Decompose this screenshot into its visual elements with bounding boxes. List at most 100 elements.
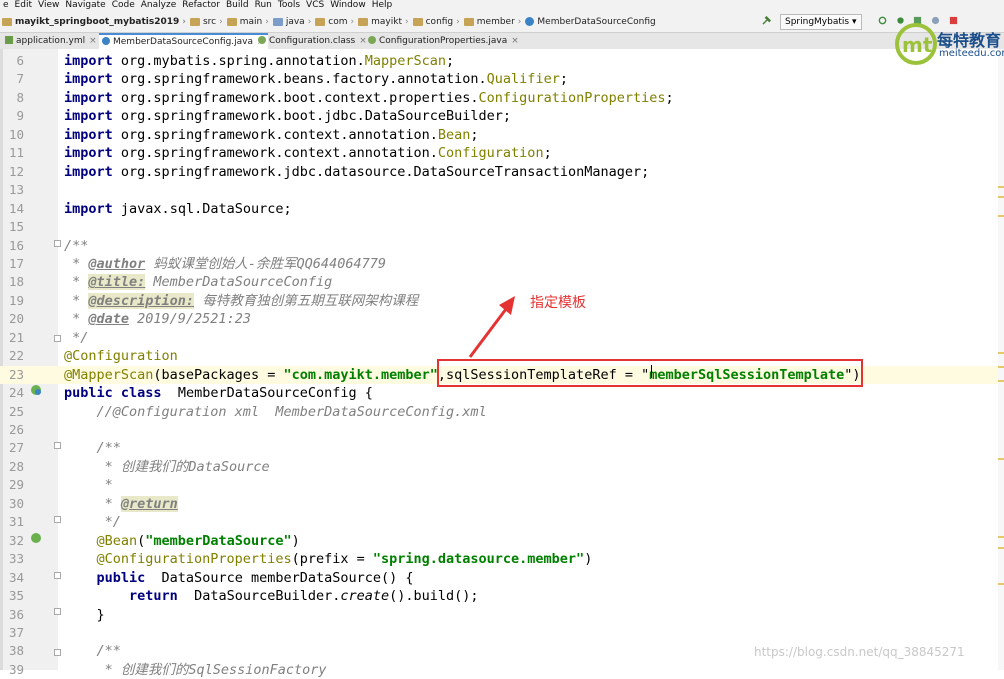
code-token: * [64,255,89,272]
stripe-mark[interactable] [998,536,1004,538]
menu-item-view[interactable]: View [38,0,59,10]
folder-icon [463,17,474,26]
line-number: 28 [8,458,24,474]
breadcrumb-label: com [328,16,348,27]
fold-marker-icon[interactable] [54,608,61,615]
breadcrumb-item[interactable]: MemberDataSourceConfig [525,17,656,27]
code-token: import [64,71,113,88]
fold-marker-icon[interactable] [54,442,61,449]
stripe-mark[interactable] [998,352,1004,354]
menu-item-build[interactable]: Build [226,0,249,10]
code-token: org.springframework.jdbc.datasource.Data… [120,163,650,180]
spring-bean-icon[interactable] [30,384,42,396]
code-token: public class [64,385,162,402]
rerun-icon[interactable] [878,16,887,25]
menu-item-vcs[interactable]: VCS [306,0,324,10]
menu-item-refactor[interactable]: Refactor [182,0,220,10]
menu-item-help[interactable]: Help [372,0,393,10]
breadcrumb-item[interactable]: src › [189,17,223,27]
tab-configuration-properties-java[interactable]: ConfigurationProperties.java × [365,34,522,48]
code-token: @author [88,255,146,272]
code-text: * @return [64,495,178,513]
code-token: import [64,53,113,69]
code-line: 37 [0,624,1000,642]
code-token: import [64,108,113,125]
code-line: 36 } [0,606,1000,624]
error-stripe-scrollbar[interactable] [998,49,1004,670]
stripe-mark[interactable] [998,366,1004,368]
code-line: 9 import org.springframework.boot.jdbc.Da… [0,107,1000,125]
build-hammer-icon[interactable] [762,16,771,25]
code-token: org.mybatis.spring.annotation. [120,53,365,69]
fold-marker-icon[interactable] [54,572,61,579]
code-text: import org.mybatis.spring.annotation.Map… [64,52,454,70]
code-line: 13 [0,181,1000,199]
breadcrumb-item[interactable]: mayikt_springboot_mybatis2019 › [2,17,186,27]
code-token: org.springframework.context.annotation. [120,126,438,143]
code-token: ; [446,53,455,69]
close-icon[interactable]: × [511,36,519,46]
chevron-right-icon: › [265,16,269,27]
menu-item-code[interactable]: Code [112,0,135,10]
line-number: 13 [8,182,24,198]
code-token: Bean [437,126,471,143]
tab-configuration-class[interactable]: Configuration.class × [255,34,370,48]
breadcrumb-item[interactable]: com › [315,17,354,27]
fold-marker-icon[interactable] [54,240,61,247]
stripe-mark[interactable] [998,547,1004,549]
menu-item-run[interactable]: Run [255,0,272,10]
code-text: /** [64,642,121,660]
line-number: 18 [8,274,24,290]
menu-item-navigate[interactable]: Navigate [65,0,105,10]
code-token: DataSourceBuilder. [185,588,341,605]
code-token: @description: [88,292,195,309]
folder-icon [226,17,237,26]
code-token: import [64,126,113,143]
tab-application-yml[interactable]: application.yml × [2,34,100,48]
code-text: return DataSourceBuilder.create().build(… [64,587,479,605]
breadcrumb-item[interactable]: member › [463,17,521,27]
breadcrumb-item[interactable]: config › [412,17,460,27]
code-text: import org.springframework.beans.factory… [64,70,568,88]
stripe-mark[interactable] [998,380,1004,382]
spring-bean-icon[interactable] [30,532,42,544]
fold-marker-icon[interactable] [54,335,61,342]
code-text: public DataSource memberDataSource() { [64,569,414,587]
stripe-mark[interactable] [998,215,1004,217]
fold-marker-icon[interactable] [54,516,61,523]
code-token: javax.sql.DataSource; [120,200,292,217]
fold-marker-icon[interactable] [54,649,61,656]
close-icon[interactable]: × [89,36,97,46]
line-number: 12 [8,163,24,179]
code-line: 29 * [0,476,1000,494]
menu-item-analyze[interactable]: Analyze [141,0,176,10]
breadcrumb-item[interactable]: mayikt › [358,17,409,27]
code-token: (basePackages = [153,366,284,383]
code-token: ) [584,551,593,568]
breadcrumb-item[interactable]: java › [272,17,311,27]
code-token: import [64,200,113,217]
folder-icon [2,17,12,26]
tab-member-data-source-config[interactable]: MemberDataSourceConfig.java× [99,33,268,50]
breadcrumb-item[interactable]: main › [226,16,269,27]
stripe-mark[interactable] [998,186,1004,188]
yaml-file-icon [5,36,13,44]
stripe-mark[interactable] [998,196,1004,198]
stripe-mark[interactable] [998,458,1004,460]
code-text: */ [64,513,121,531]
line-number: 29 [8,477,24,493]
annotation-class-icon [368,36,376,44]
menu-item-edit[interactable]: Edit [15,0,32,10]
code-line: 7 import org.springframework.beans.factor… [0,70,1000,88]
code-token: @title: [88,274,146,291]
logo-subtitle: meiteedu.com [939,48,1004,59]
code-token: ConfigurationProperties [478,89,666,106]
menu-item-tools[interactable]: Tools [278,0,300,10]
menu-item-e[interactable]: e [3,0,9,10]
code-text: } [64,606,105,624]
folder-icon [315,17,326,26]
menu-item-window[interactable]: Window [330,0,366,10]
code-token: import [64,89,113,106]
stripe-mark[interactable] [998,583,1004,585]
run-configuration-select[interactable]: SpringMybatis ▾ [780,14,862,30]
